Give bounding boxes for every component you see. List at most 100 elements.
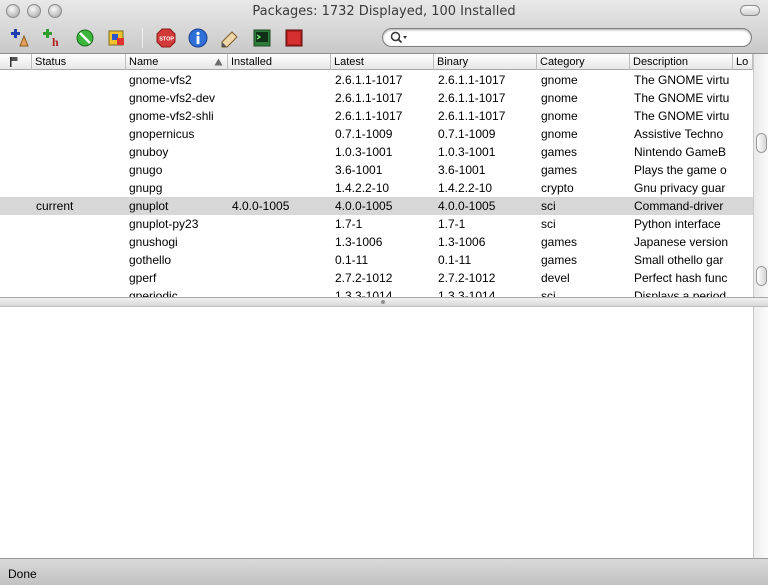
cell-latest: 1.7-1	[335, 217, 363, 231]
table-row[interactable]: current gnuplot 4.0.0-1005 4.0.0-1005 4.0.0-…	[0, 197, 753, 215]
no-entry-icon	[76, 29, 94, 47]
cell-name: gnuplot	[129, 199, 169, 213]
status-text: Done	[8, 567, 37, 581]
plus-package-icon	[11, 29, 29, 47]
flag-icon	[10, 57, 18, 67]
cell-binary: 2.6.1.1-1017	[438, 109, 506, 123]
cell-category: sci	[541, 199, 556, 213]
stop-button[interactable]: STOP	[155, 27, 177, 49]
update-icon	[108, 30, 124, 46]
cell-binary: 0.1-11	[438, 253, 472, 267]
flag-column-header[interactable]	[0, 54, 32, 70]
column-header-category[interactable]: Category	[537, 54, 630, 70]
cell-category: sci	[541, 289, 556, 297]
cell-category: games	[541, 235, 578, 249]
table-row[interactable]: gothello 0.1-11 0.1-11 games Small othello g…	[0, 251, 753, 269]
edit-button[interactable]	[219, 27, 241, 49]
column-header-description[interactable]: Description	[630, 54, 733, 70]
cell-description: The GNOME virtu	[634, 73, 730, 87]
column-header-status[interactable]: Status	[32, 54, 126, 70]
cell-name: gperiodic	[129, 289, 178, 297]
package-table[interactable]: gnome-vfs2 2.6.1.1-1017 2.6.1.1-1017 gnome T…	[0, 71, 753, 297]
install-source-button[interactable]: h	[42, 27, 64, 49]
table-row[interactable]: gnugo 3.6-1001 3.6-1001 games Plays the game…	[0, 161, 753, 179]
cell-status	[36, 215, 126, 233]
cell-description: Python interface	[634, 217, 721, 231]
cell-binary: 1.7-1	[438, 217, 466, 231]
table-row[interactable]: gnuplot-py23 1.7-1 1.7-1 sci Python interfac…	[0, 215, 753, 233]
red-square-icon	[285, 29, 303, 47]
cell-description: Command-driver	[634, 199, 724, 213]
cell-description: Assistive Techno	[634, 127, 724, 141]
search-field[interactable]	[382, 28, 752, 47]
table-row[interactable]: gnuboy 1.0.3-1001 1.0.3-1001 games Nintendo …	[0, 143, 753, 161]
table-scroll-thumb-lower[interactable]	[756, 266, 767, 286]
cell-category: gnome	[541, 127, 578, 141]
terminal-icon	[253, 29, 271, 47]
table-scrollbar[interactable]	[753, 54, 768, 297]
table-row[interactable]: gnupg 1.4.2.2-10 1.4.2.2-10 crypto Gnu priva…	[0, 179, 753, 197]
column-header-installed[interactable]: Installed	[228, 54, 331, 70]
cell-installed	[232, 179, 331, 197]
cell-status	[36, 269, 126, 287]
column-header-name[interactable]: Name	[126, 54, 228, 70]
cell-description: Displays a period	[634, 289, 727, 297]
splitter-handle[interactable]	[381, 300, 385, 304]
column-header-lo[interactable]: Lo	[733, 54, 753, 70]
sort-ascending-icon	[214, 58, 223, 66]
toolbar-buttons: h STOP	[10, 26, 315, 50]
cell-description: Nintendo GameB	[634, 145, 727, 159]
cell-description: Small othello gar	[634, 253, 724, 267]
cell-latest: 2.6.1.1-1017	[335, 91, 403, 105]
table-row[interactable]: gnome-vfs2-shli 2.6.1.1-1017 2.6.1.1-1017 g…	[0, 107, 753, 125]
cell-binary: 1.0.3-1001	[438, 145, 496, 159]
column-header-binary[interactable]: Binary	[434, 54, 537, 70]
cell-latest: 2.6.1.1-1017	[335, 73, 403, 87]
column-header-latest[interactable]: Latest	[331, 54, 434, 70]
pane-splitter[interactable]	[0, 297, 768, 307]
cell-status	[36, 251, 126, 269]
search-icon	[390, 31, 407, 44]
package-detail-pane	[0, 307, 753, 558]
cell-name: gnopernicus	[129, 127, 195, 141]
cell-latest: 1.0.3-1001	[335, 145, 393, 159]
detail-scrollbar[interactable]	[753, 307, 768, 558]
cell-latest: 0.1-11	[335, 253, 369, 267]
cell-latest: 1.3-1006	[335, 235, 383, 249]
cell-binary: 2.6.1.1-1017	[438, 73, 506, 87]
cell-latest: 0.7.1-1009	[335, 127, 393, 141]
update-button[interactable]	[106, 27, 128, 49]
cell-installed	[232, 89, 331, 107]
cell-status	[36, 125, 126, 143]
cell-name: gnushogi	[129, 235, 178, 249]
table-row[interactable]: gnome-vfs2-dev 2.6.1.1-1017 2.6.1.1-1017 gn…	[0, 89, 753, 107]
table-row[interactable]: gperiodic 1.3.3-1014 1.3.3-1014 sci Displays…	[0, 287, 753, 297]
stop-icon: STOP	[156, 28, 176, 48]
cell-installed	[232, 233, 331, 251]
cell-latest: 4.0.0-1005	[335, 199, 393, 213]
remove-button[interactable]	[74, 27, 96, 49]
table-row[interactable]: gnome-vfs2 2.6.1.1-1017 2.6.1.1-1017 gnome T…	[0, 71, 753, 89]
table-scroll-thumb[interactable]	[756, 133, 767, 153]
cell-status	[36, 179, 126, 197]
table-row[interactable]: gnopernicus 0.7.1-1009 0.7.1-1009 gnome Assi…	[0, 125, 753, 143]
clear-log-button[interactable]	[283, 27, 305, 49]
table-row[interactable]: gperf 2.7.2-1012 2.7.2-1012 devel Perfect ha…	[0, 269, 753, 287]
cell-installed	[232, 269, 331, 287]
pencil-icon	[221, 31, 238, 48]
install-binary-button[interactable]	[10, 27, 32, 49]
terminal-button[interactable]	[251, 27, 273, 49]
cell-binary: 4.0.0-1005	[438, 199, 496, 213]
toolbar-toggle-button[interactable]	[740, 5, 760, 16]
cell-status	[36, 161, 126, 179]
cell-description: The GNOME virtu	[634, 91, 730, 105]
cell-status	[36, 233, 126, 251]
cell-category: games	[541, 253, 578, 267]
info-button[interactable]	[187, 27, 209, 49]
cell-installed	[232, 287, 331, 297]
table-row[interactable]: gnushogi 1.3-1006 1.3-1006 games Japanese ve…	[0, 233, 753, 251]
window-toolbar: Packages: 1732 Displayed, 100 Installed …	[0, 0, 768, 54]
cell-name: gperf	[129, 271, 157, 285]
cell-category: gnome	[541, 109, 578, 123]
cell-description: Japanese version	[634, 235, 729, 249]
